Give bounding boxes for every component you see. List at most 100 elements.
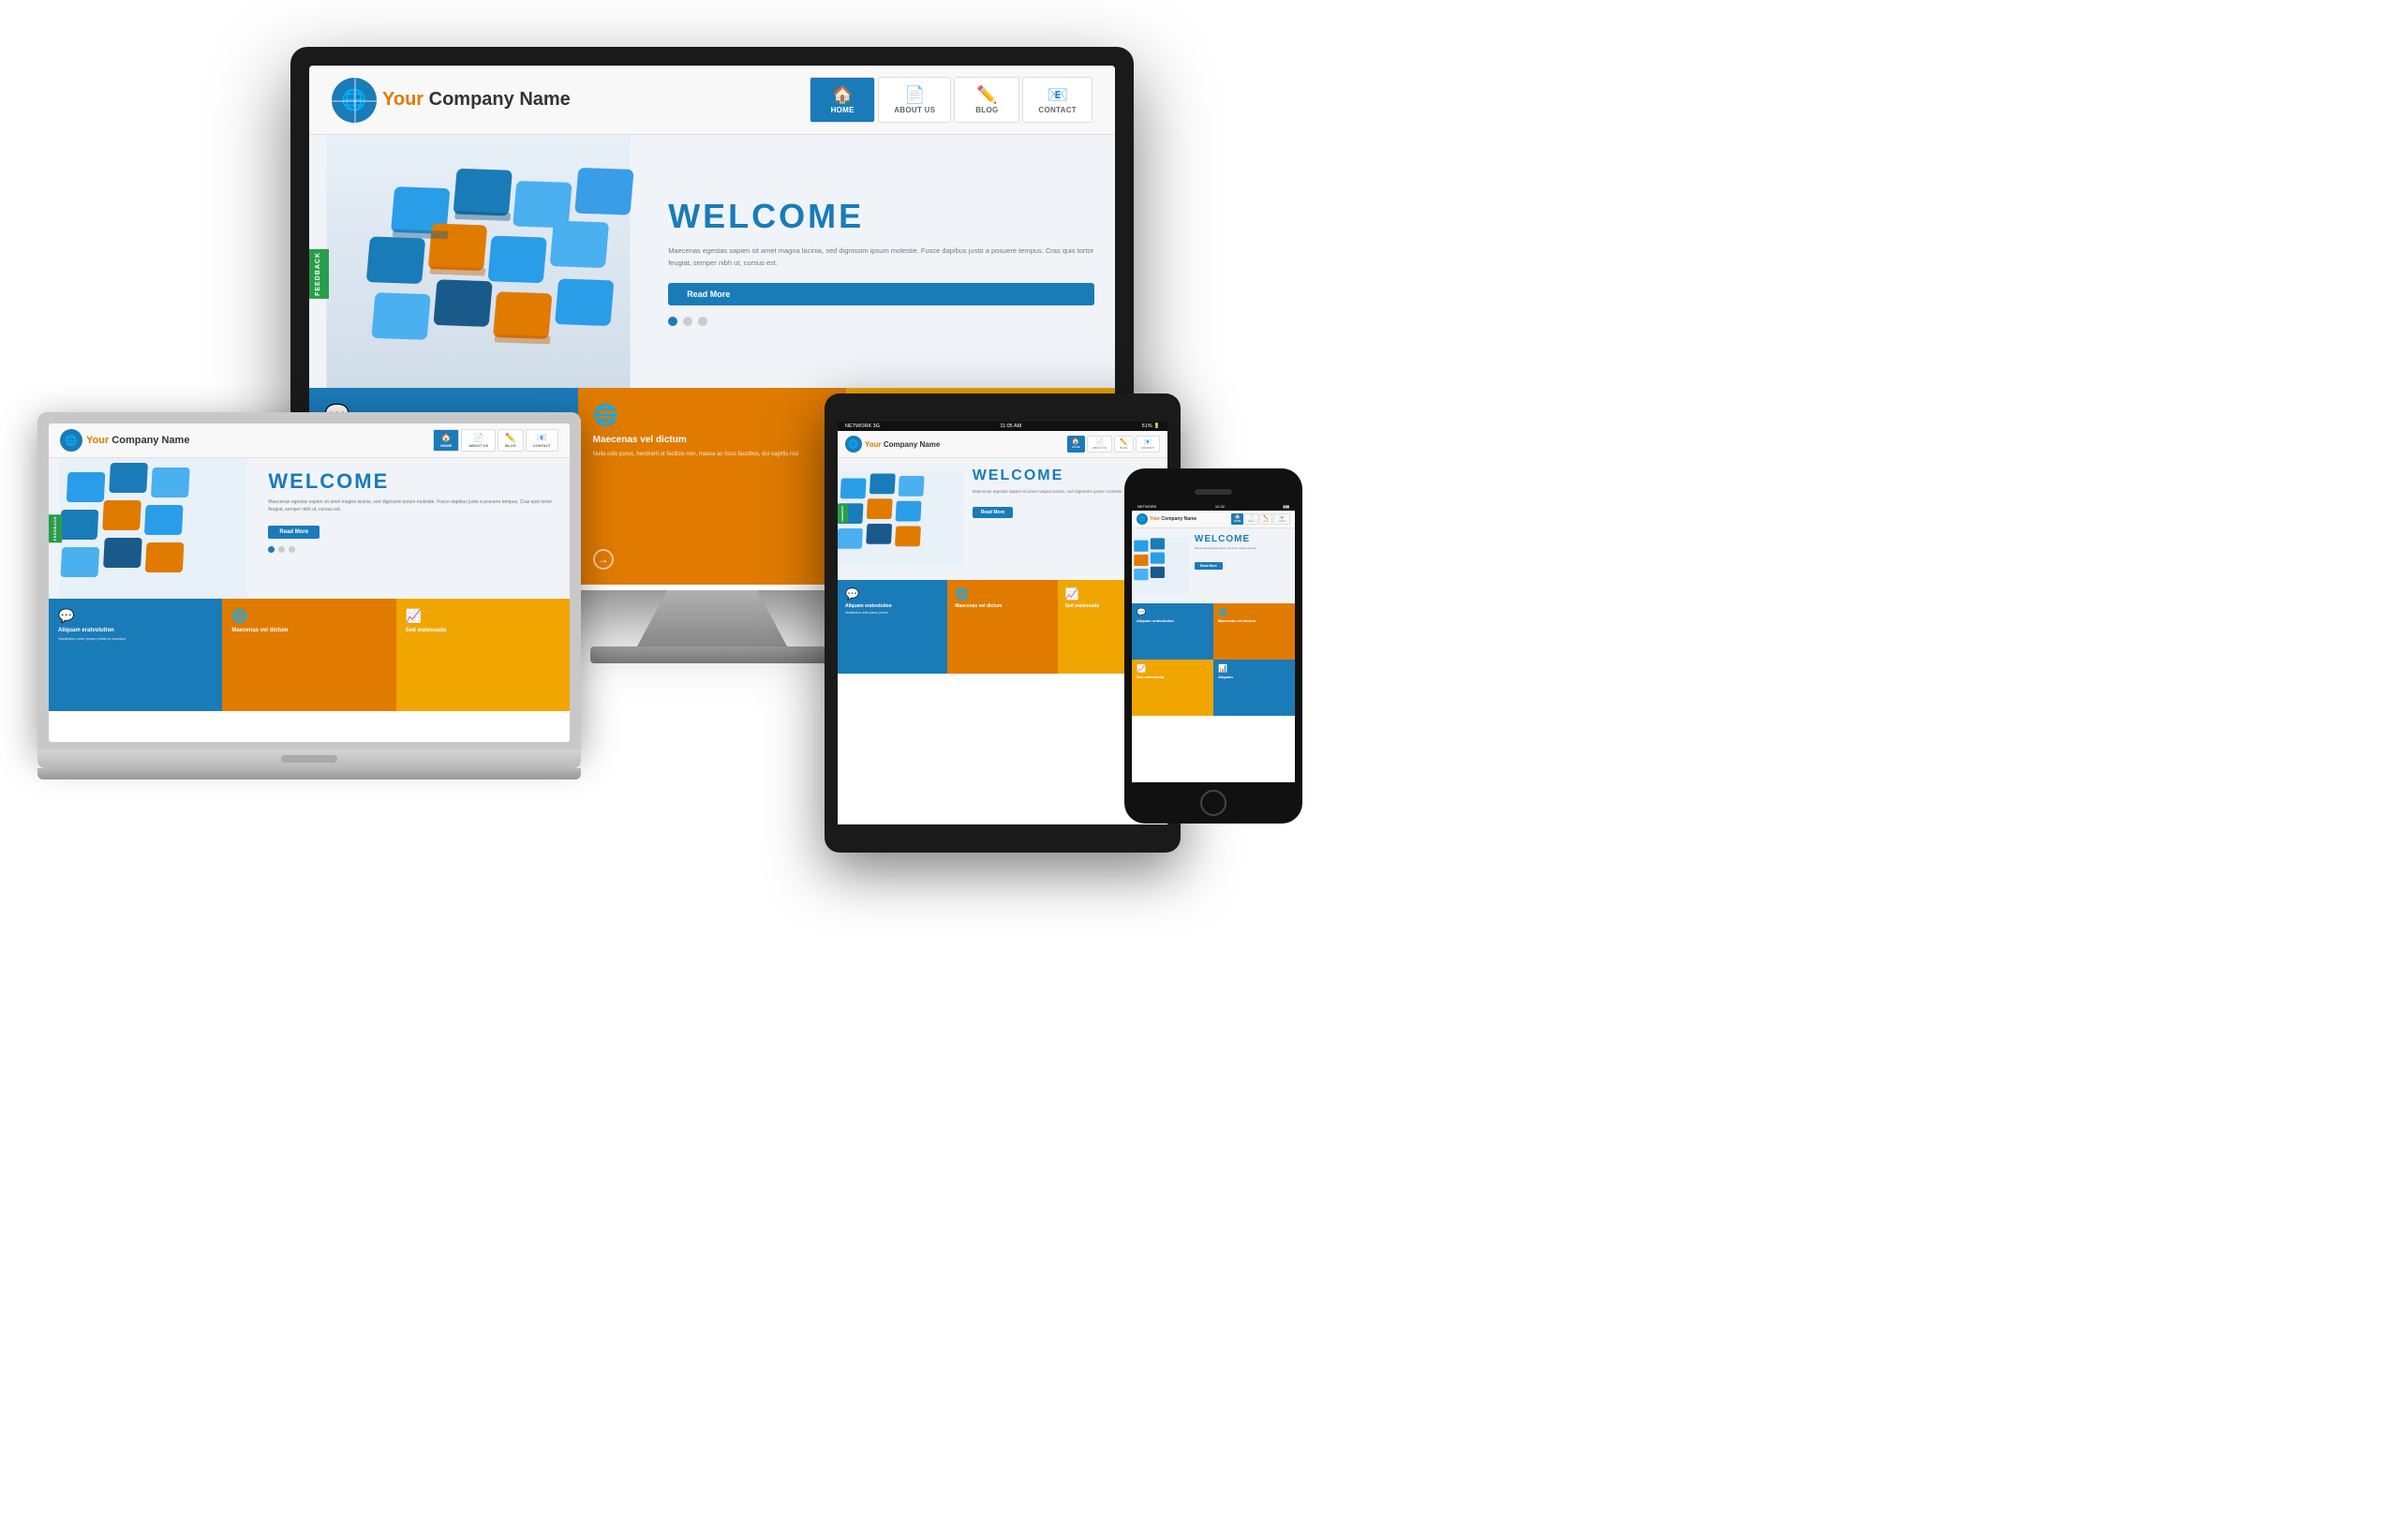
- phone-battery: ▮▮▮: [1283, 504, 1289, 509]
- read-more-tablet[interactable]: Read More: [973, 507, 1014, 518]
- read-more-phone[interactable]: Read More: [1195, 562, 1223, 570]
- nav-laptop: 🏠 HOME 📄 ABOUT US ✏️ BLOG 📧: [433, 429, 558, 452]
- hero-tiles-phone: [1132, 528, 1189, 603]
- nav-home-label-desktop: HOME: [831, 106, 855, 114]
- laptop-bottom: [37, 750, 581, 768]
- nav-desktop: 🏠 HOME 📄 ABOUT US ✏️ BLOG 📧: [810, 77, 1093, 123]
- hero-content-desktop: WELCOME Maecenas egestas sapien sit amet…: [647, 135, 1115, 388]
- f2-title-phone: Maecenas vel dictum: [1218, 618, 1290, 623]
- nav-contact-tablet[interactable]: 📧 CONTACT: [1136, 436, 1160, 453]
- nav-contact-label-desktop: CONTACT: [1038, 106, 1077, 114]
- laptop-frame: 🌐 Your Company Name 🏠 HOME 📄 ABOUT US: [37, 412, 581, 750]
- nav-about-phone[interactable]: 📄 ABOUT: [1244, 513, 1258, 525]
- nav-blog-tablet[interactable]: ✏️ BLOG: [1114, 436, 1134, 453]
- features-tablet: 💬 Aliquam eratvolution Vestibulum ante i…: [838, 580, 1167, 674]
- f2-icon-phone: 🌐: [1218, 608, 1290, 616]
- logo-globe-tablet: 🌐: [845, 436, 862, 453]
- nav-home-desktop[interactable]: 🏠 HOME: [810, 77, 875, 123]
- features-laptop: 💬 Aliquam eratvolution Vestibulum ante i…: [49, 599, 570, 711]
- nav-home-phone-label: HOME: [1234, 520, 1241, 523]
- features-phone: 💬 Aliquam eratvolution 🌐 Maecenas vel di…: [1132, 603, 1295, 716]
- scene: 🌐 Your Company Name 🏠 HOME 📄 ABOUT US: [0, 0, 2408, 1529]
- nav-blog-desktop[interactable]: ✏️ BLOG: [954, 77, 1019, 123]
- site-header-desktop: 🌐 Your Company Name 🏠 HOME 📄 ABOUT US: [309, 66, 1115, 135]
- hero-dots-desktop: [668, 317, 1094, 326]
- f2-phone: 🌐 Maecenas vel dictum: [1213, 603, 1295, 660]
- tablet-status-bar: NETWORK 3G 11:05 AM 51% 🔋: [838, 422, 1167, 431]
- nav-contact-label-tablet: CONTACT: [1141, 446, 1154, 450]
- nav-about-label-laptop: ABOUT US: [468, 443, 488, 448]
- about-icon-tablet: 📄: [1095, 438, 1104, 446]
- nav-home-label-tablet: HOME: [1072, 445, 1080, 449]
- hero-title-laptop: WELCOME: [268, 469, 558, 494]
- f1-icon-tablet: 💬: [845, 587, 940, 601]
- feature-1-tablet: 💬 Aliquam eratvolution Vestibulum ante i…: [838, 580, 947, 674]
- phone-speaker: [1195, 489, 1232, 495]
- nav-contact-phone[interactable]: 📧 CONTACT: [1273, 513, 1290, 525]
- read-more-laptop[interactable]: Read More: [268, 526, 320, 539]
- nav-about-laptop[interactable]: 📄 ABOUT US: [461, 429, 496, 452]
- phone-network: NETWORK: [1137, 504, 1156, 509]
- f2-title-laptop: Maecenas vel dictum: [231, 628, 386, 633]
- about-icon-desktop: 📄: [904, 85, 925, 105]
- feature-2-arrow-desktop[interactable]: →: [593, 549, 614, 570]
- dot-1-desktop: [668, 317, 677, 326]
- hero-body-desktop: Maecenas egestas sapien sit amet magna l…: [668, 245, 1094, 270]
- hero-tiles-tablet: [838, 458, 963, 580]
- dot-1-laptop: [268, 546, 275, 553]
- hero-content-phone: WELCOME Maecenas egestas sapien sit amet…: [1189, 528, 1295, 603]
- nav-blog-label-laptop: BLOG: [505, 443, 516, 448]
- f1-text-laptop: Vestibulum ante ipsum primis in faucibus: [58, 636, 213, 642]
- nav-contact-label-laptop: CONTACT: [533, 443, 551, 448]
- f4-phone: 📊 Aliquam: [1213, 660, 1295, 716]
- feedback-tablet: FEEDBACK: [838, 504, 848, 524]
- nav-about-tablet[interactable]: 📄 ABOUT US: [1087, 436, 1112, 453]
- laptop: 🌐 Your Company Name 🏠 HOME 📄 ABOUT US: [37, 412, 581, 779]
- nav-blog-phone[interactable]: ✏️ BLOG: [1259, 513, 1272, 525]
- feature-3-laptop: 📈 Sed malesuada: [396, 599, 570, 711]
- nav-contact-desktop[interactable]: 📧 CONTACT: [1022, 77, 1093, 123]
- feedback-laptop: FEEDBACK: [49, 514, 62, 542]
- logo-tablet: 🌐 Your Company Name: [845, 436, 940, 453]
- nav-home-label-laptop: HOME: [440, 443, 452, 448]
- nav-contact-phone-label: CONTACT: [1277, 521, 1286, 523]
- hero-body-phone: Maecenas egestas sapien sit amet magna l…: [1195, 546, 1289, 551]
- feedback-tag-desktop[interactable]: FEEDBACK: [309, 249, 329, 299]
- f1-title-phone: Aliquam eratvolution: [1137, 618, 1209, 623]
- logo-globe-laptop: 🌐: [60, 429, 82, 452]
- f1-icon-phone: 💬: [1137, 608, 1209, 616]
- feature-2-icon-desktop: 🌐: [593, 403, 832, 427]
- nav-about-desktop[interactable]: 📄 ABOUT US: [878, 77, 951, 123]
- read-more-btn-desktop[interactable]: Read More: [668, 283, 1094, 305]
- laptop-screen: 🌐 Your Company Name 🏠 HOME 📄 ABOUT US: [49, 423, 570, 742]
- feature-2-laptop: 🌐 Maecenas vel dictum: [222, 599, 395, 711]
- home-icon-laptop: 🏠: [441, 433, 452, 443]
- nav-blog-laptop[interactable]: ✏️ BLOG: [498, 429, 524, 452]
- monitor-stand: [637, 590, 787, 646]
- f3-icon-laptop: 📈: [406, 608, 560, 624]
- f1-title-laptop: Aliquam eratvolution: [58, 628, 213, 633]
- hero-section-desktop: FEEDBACK WELCOME Maecenas egestas sapien…: [309, 135, 1115, 388]
- phone-home-button[interactable]: [1200, 790, 1226, 816]
- dot-3-laptop: [289, 546, 295, 553]
- nav-home-tablet[interactable]: 🏠 HOME: [1067, 436, 1085, 453]
- feature-2-text-desktop: Nulla odio purus, hendrerit ut facilisis…: [593, 451, 832, 542]
- home-icon-tablet: 🏠: [1072, 438, 1080, 445]
- nav-tablet: 🏠 HOME 📄 ABOUT US ✏️ BLOG 📧: [1067, 436, 1160, 453]
- nav-blog-label-desktop: BLOG: [975, 106, 998, 114]
- hero-title-desktop: WELCOME: [668, 197, 1094, 236]
- nav-contact-laptop[interactable]: 📧 CONTACT: [526, 429, 558, 452]
- f1-title-tablet: Aliquam eratvolution: [845, 603, 940, 609]
- f2-icon-tablet: 🌐: [955, 587, 1049, 601]
- nav-blog-label-tablet: BLOG: [1120, 446, 1127, 450]
- nav-about-label-desktop: ABOUT US: [894, 106, 935, 114]
- monitor-base: [590, 646, 834, 663]
- hero-tablet: FEEDBACK WELCOME Maecenas egestas sapien…: [838, 458, 1167, 580]
- hero-visual-phone: [1132, 528, 1189, 603]
- nav-home-laptop[interactable]: 🏠 HOME: [433, 429, 459, 452]
- logo-desktop: 🌐 Your Company Name: [332, 78, 571, 123]
- phone-time: 12:32: [1215, 504, 1225, 509]
- smartphone: NETWORK 12:32 ▮▮▮ 🌐 Your Company Name 🏠 …: [1124, 468, 1302, 824]
- f4-icon-phone: 📊: [1218, 664, 1290, 673]
- nav-home-phone[interactable]: 🏠 HOME: [1231, 513, 1244, 525]
